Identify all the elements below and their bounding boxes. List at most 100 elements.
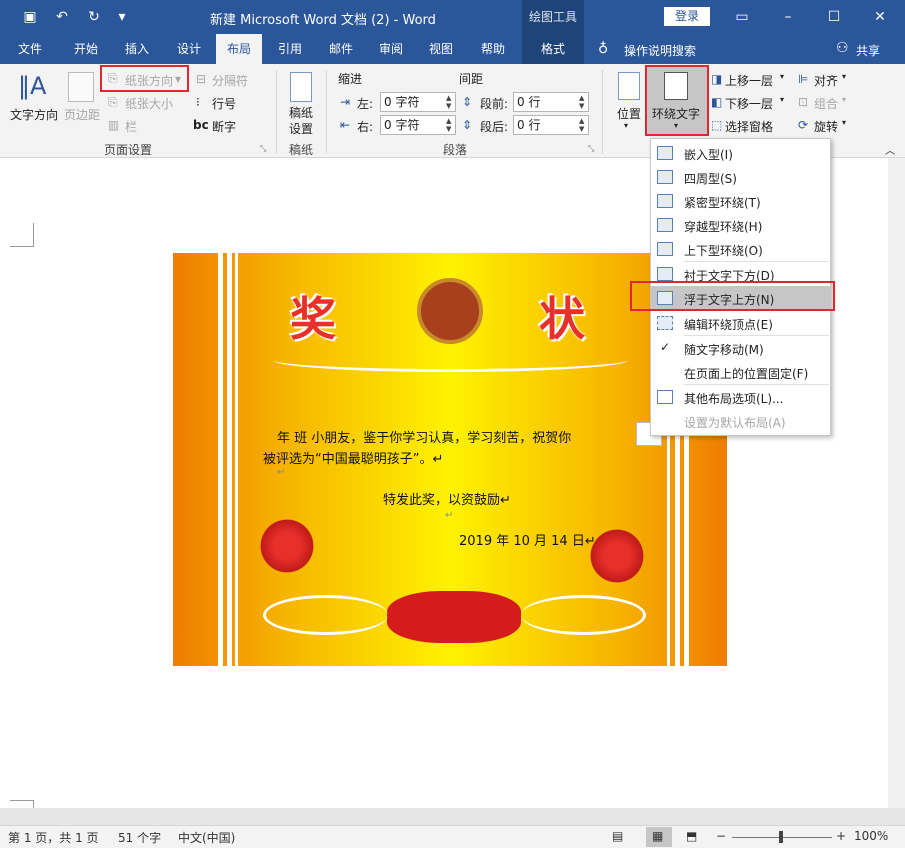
tab-help[interactable]: 帮助 xyxy=(470,34,516,64)
breaks-button[interactable]: 分隔符 xyxy=(212,72,248,89)
wrap-text-button[interactable]: 环绕文字 xyxy=(652,105,700,122)
draft-paper-button[interactable]: 稿纸 设置 xyxy=(289,105,313,137)
orientation-button[interactable]: 纸张方向 xyxy=(125,72,173,89)
indent-right-input[interactable]: 0 字符 xyxy=(380,115,456,135)
send-backward-button[interactable]: 下移一层 xyxy=(725,95,773,112)
tab-format[interactable]: 格式 xyxy=(522,34,584,64)
ribbon-display-icon[interactable]: ▭ xyxy=(732,8,752,26)
ornament-swirl xyxy=(521,595,646,635)
word-count[interactable]: 51 个字 xyxy=(118,829,161,846)
tab-review[interactable]: 审阅 xyxy=(368,34,414,64)
undo-icon[interactable]: ↶ xyxy=(52,8,72,26)
tab-references[interactable]: 引用 xyxy=(268,34,312,64)
print-layout-icon[interactable]: ▦ xyxy=(652,829,663,843)
position-button[interactable]: 位置 xyxy=(617,105,641,122)
hyphenation-icon: bc xyxy=(193,118,209,132)
spin-arrows-icon[interactable]: ▲ ▼ xyxy=(446,117,451,133)
size-icon: ⎘ xyxy=(108,95,118,109)
breaks-icon: ⊟ xyxy=(196,72,207,86)
margin-corner-mark xyxy=(10,800,34,808)
menu-item-edit-wrap-points[interactable]: 编辑环绕顶点(E) xyxy=(651,311,830,335)
flower-decoration xyxy=(259,513,315,579)
bring-forward-icon: ◨ xyxy=(711,72,723,86)
align-button[interactable]: 对齐 xyxy=(814,72,838,89)
lightbulb-icon: ♁ xyxy=(598,41,609,57)
menu-item-tight[interactable]: 紧密型环绕(T) xyxy=(651,189,830,213)
group-icon: ⊡ xyxy=(798,95,809,109)
dialog-launcher-icon[interactable]: ⤡ xyxy=(588,144,594,154)
tell-me-search[interactable]: 操作说明搜索 xyxy=(624,42,696,59)
zoom-out-icon[interactable]: − xyxy=(716,829,726,843)
minimize-icon[interactable]: – xyxy=(778,8,798,26)
dialog-launcher-icon[interactable]: ⤡ xyxy=(260,144,266,154)
indent-right-label: 右: xyxy=(357,120,374,134)
space-before-input[interactable]: 0 行 xyxy=(513,92,589,112)
paragraph-group-label: 段落 xyxy=(442,143,467,157)
share-button[interactable]: 共享 xyxy=(856,42,880,59)
tab-layout[interactable]: 布局 xyxy=(216,34,262,65)
tab-file[interactable]: 文件 xyxy=(6,34,54,64)
zoom-slider-thumb[interactable] xyxy=(779,831,783,843)
space-after-input[interactable]: 0 行 xyxy=(513,115,589,135)
redo-icon[interactable]: ↻ xyxy=(84,8,104,26)
page-count[interactable]: 第 1 页，共 1 页 xyxy=(8,829,99,846)
certificate-title-right: 状 xyxy=(539,292,585,346)
behind-text-icon xyxy=(657,267,673,281)
vertical-scrollbar[interactable] xyxy=(888,158,905,808)
hyphenation-button[interactable]: 断字 xyxy=(212,118,236,135)
menu-item-fix-position[interactable]: 在页面上的位置固定(F) xyxy=(651,360,830,384)
menu-item-more-layout-options[interactable]: 其他布局选项(L)... xyxy=(651,385,830,409)
menu-item-through[interactable]: 穿越型环绕(H) xyxy=(651,213,830,237)
menu-item-set-default[interactable]: 设置为默认布局(A) xyxy=(651,409,830,433)
menu-item-move-with-text[interactable]: ✓ 随文字移动(M) xyxy=(651,336,830,360)
read-mode-icon[interactable]: ▤ xyxy=(612,829,623,843)
web-layout-icon[interactable]: ⬒ xyxy=(686,829,697,843)
space-before-icon: ⇕ xyxy=(462,95,473,109)
language-indicator[interactable]: 中文(中国) xyxy=(178,829,235,846)
top-bottom-wrap-icon xyxy=(657,242,673,256)
size-button[interactable]: 纸张大小 xyxy=(125,95,173,112)
indent-left-icon: ⇥ xyxy=(340,95,351,109)
certificate-image[interactable]: 奖 状 年 班 小朋友，鉴于你学习认真，学习刻苦，祝贺你 被评选为“中国最聪明孩… xyxy=(173,253,727,666)
spin-arrows-icon[interactable]: ▲ ▼ xyxy=(579,117,584,133)
tab-insert[interactable]: 插入 xyxy=(114,34,160,64)
tab-home[interactable]: 开始 xyxy=(60,34,112,64)
tab-design[interactable]: 设计 xyxy=(166,34,212,64)
ornament-swirl xyxy=(273,348,628,372)
login-button[interactable]: 登录 xyxy=(664,7,710,26)
space-after-icon: ⇕ xyxy=(462,118,473,132)
margins-button[interactable]: 页边距 xyxy=(64,106,100,123)
customize-icon[interactable]: ▾ xyxy=(112,8,132,26)
line-numbers-button[interactable]: 行号 xyxy=(212,95,236,112)
menu-item-top-bottom[interactable]: 上下型环绕(O) xyxy=(651,237,830,261)
close-icon[interactable]: ✕ xyxy=(870,8,890,26)
collapse-ribbon-icon[interactable]: ︿ xyxy=(885,142,895,157)
zoom-in-icon[interactable]: + xyxy=(836,829,846,843)
tab-view[interactable]: 视图 xyxy=(418,34,464,64)
group-separator xyxy=(602,70,603,154)
chevron-down-icon: ▾ xyxy=(842,118,847,127)
position-icon xyxy=(618,72,640,100)
margin-corner-mark xyxy=(10,223,34,247)
space-after-label: 段后: xyxy=(480,120,509,134)
columns-button[interactable]: 栏 xyxy=(125,118,137,135)
bring-forward-button[interactable]: 上移一层 xyxy=(725,72,773,89)
maximize-icon[interactable]: ☐ xyxy=(824,8,844,26)
selection-pane-icon: ⬚ xyxy=(711,118,723,132)
text-direction-button[interactable]: 文字方向 xyxy=(10,106,58,123)
menu-item-inline[interactable]: 嵌入型(I) xyxy=(651,141,830,165)
rotate-button[interactable]: 旋转 xyxy=(814,118,838,135)
chevron-down-icon: ▾ xyxy=(780,72,785,81)
spin-arrows-icon[interactable]: ▲ ▼ xyxy=(446,94,451,110)
rotate-icon: ⟳ xyxy=(798,118,809,132)
indent-right-icon: ⇤ xyxy=(340,118,351,132)
indent-left-input[interactable]: 0 字符 xyxy=(380,92,456,112)
spin-arrows-icon[interactable]: ▲ ▼ xyxy=(579,94,584,110)
wrap-text-icon xyxy=(664,72,688,100)
tab-mailings[interactable]: 邮件 xyxy=(318,34,364,64)
menu-item-square[interactable]: 四周型(S) xyxy=(651,165,830,189)
group-button[interactable]: 组合 xyxy=(814,95,838,112)
zoom-level[interactable]: 100% xyxy=(854,829,888,843)
selection-pane-button[interactable]: 选择窗格 xyxy=(725,118,773,135)
save-icon[interactable]: ▣ xyxy=(20,8,40,26)
